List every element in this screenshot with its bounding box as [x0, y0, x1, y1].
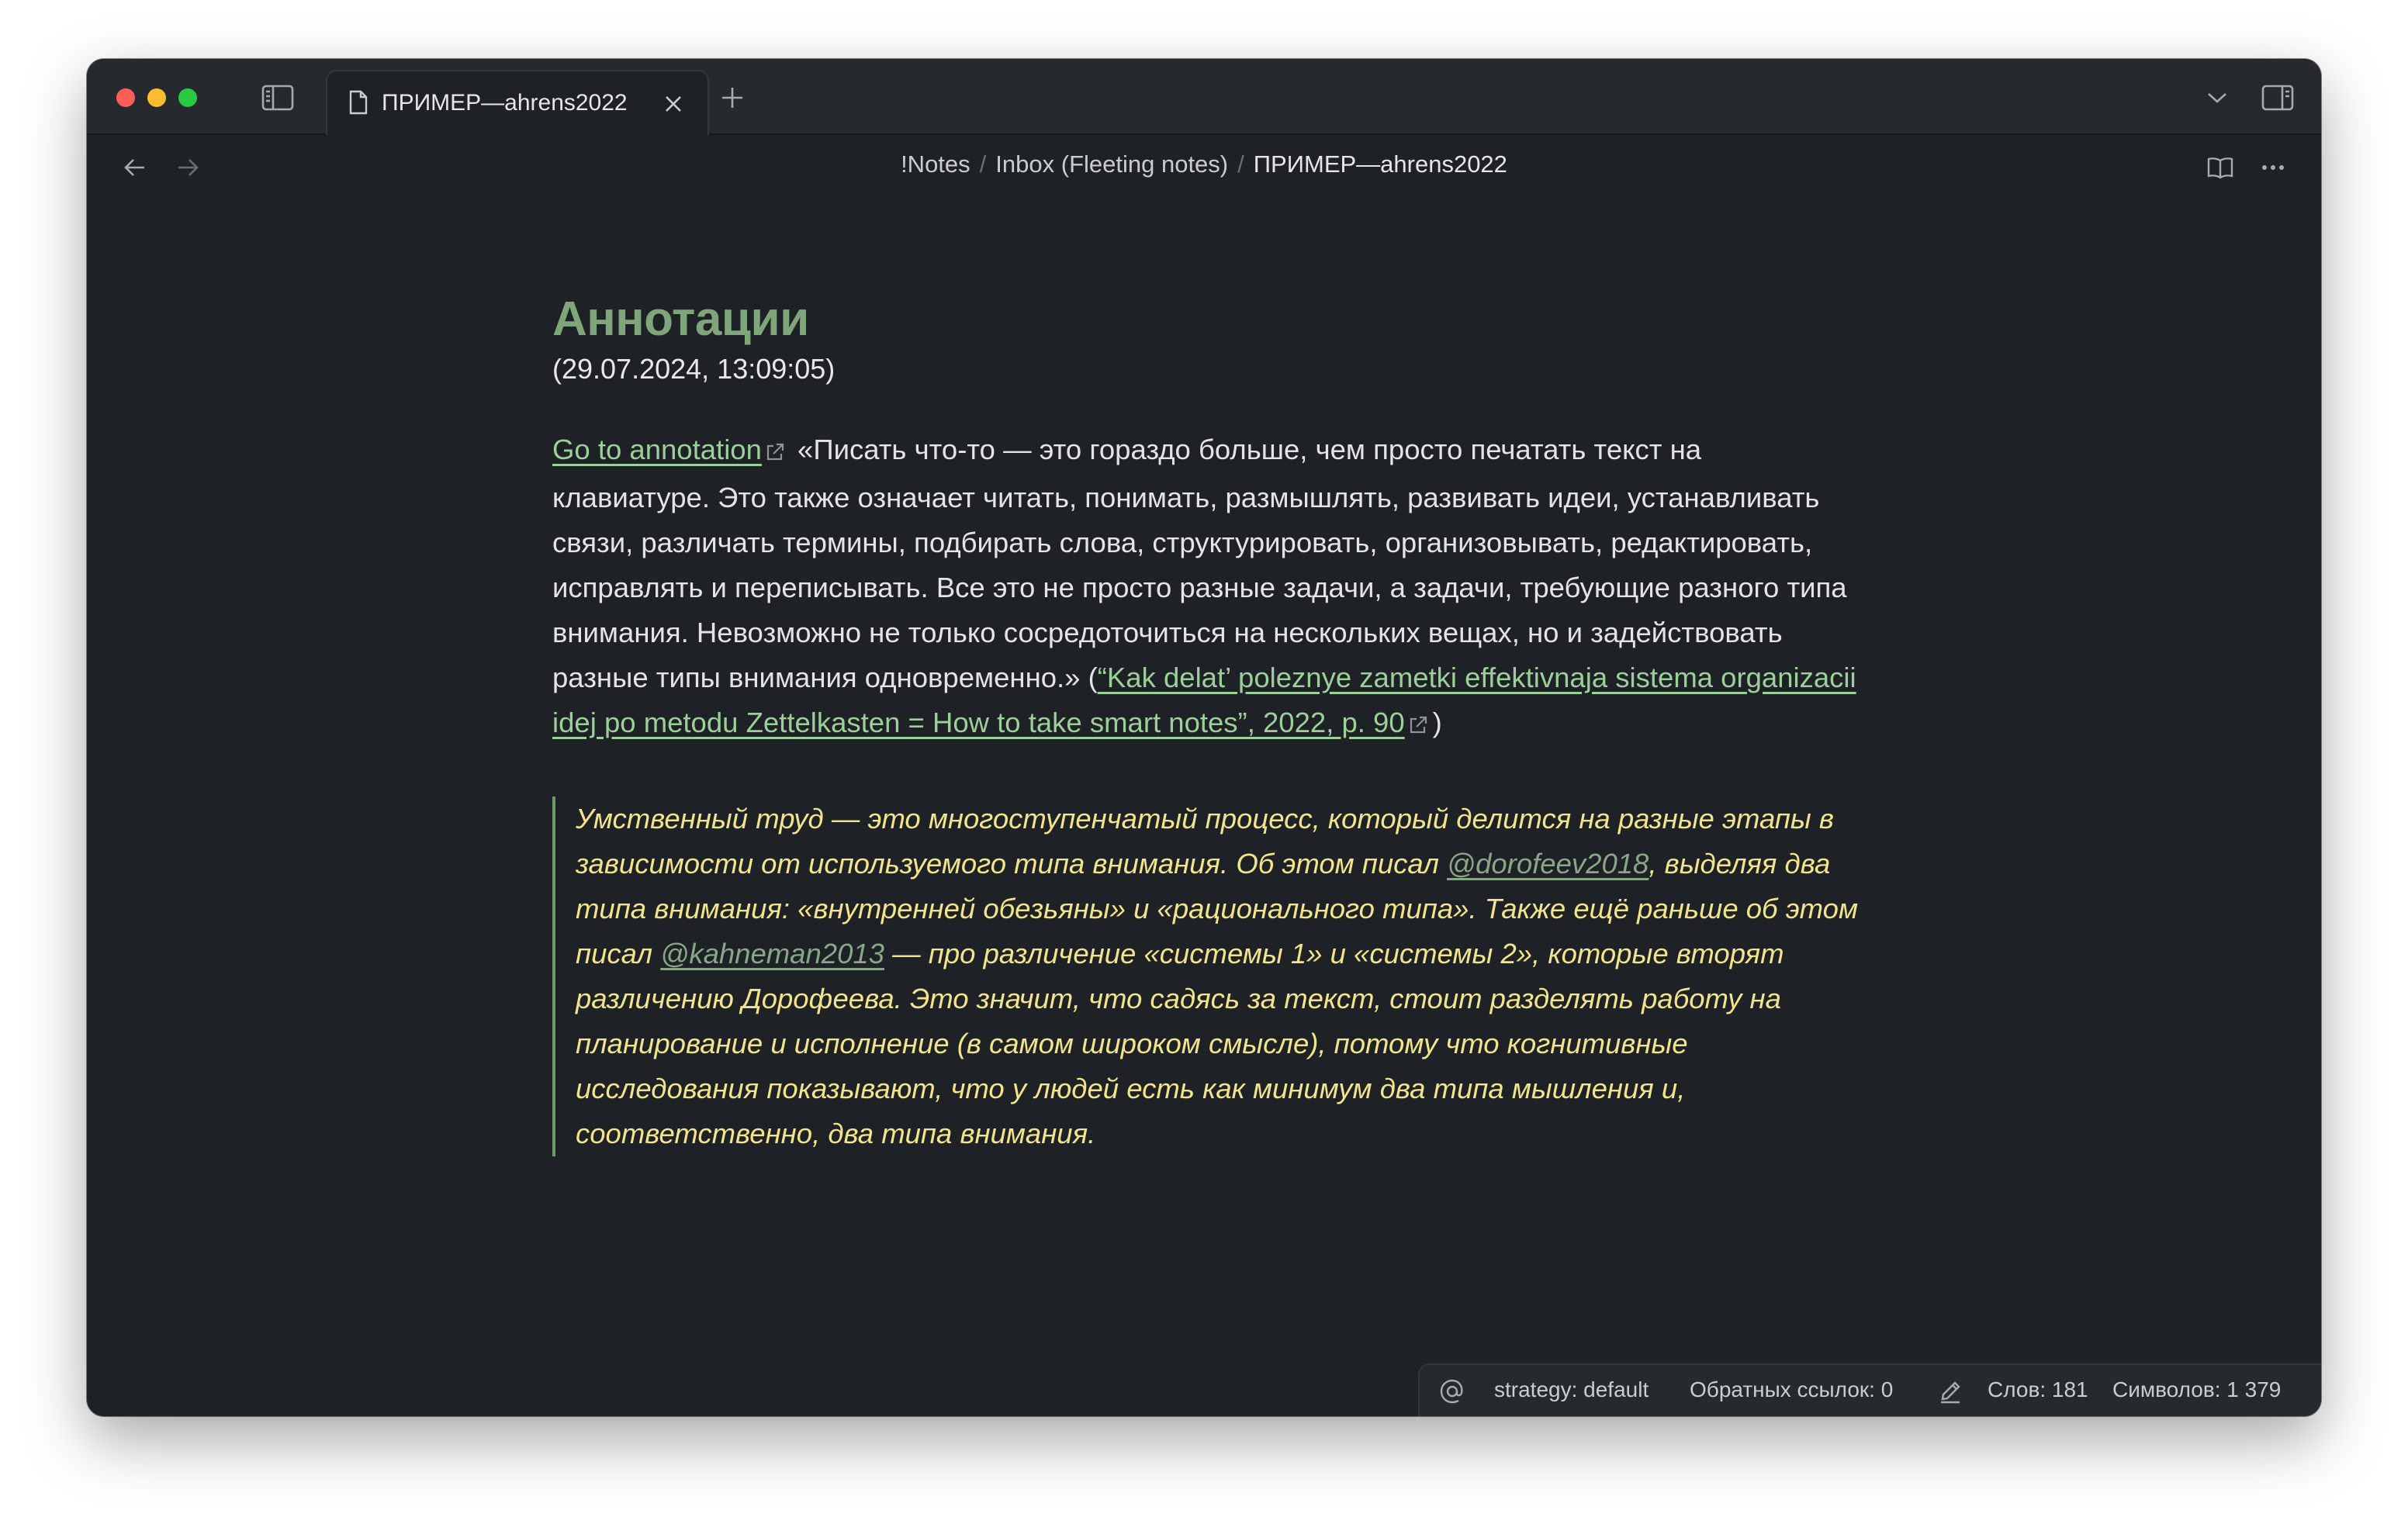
close-window-button[interactable] [116, 88, 135, 107]
minimize-window-button[interactable] [147, 88, 166, 107]
breadcrumb-item-notes[interactable]: !Notes [901, 150, 970, 178]
blockquote: Умственный труд — это многоступенчатый п… [552, 797, 1867, 1156]
zoom-window-button[interactable] [178, 88, 197, 107]
breadcrumb-separator: / [1237, 150, 1244, 178]
breadcrumb-item-current[interactable]: ПРИМЕР—ahrens2022 [1254, 150, 1507, 178]
pencil-icon[interactable] [1935, 1376, 1966, 1407]
breadcrumb-separator: / [979, 150, 987, 178]
file-icon [346, 88, 371, 116]
status-bar: strategy: default Обратных ссылок: 0 Сло… [1418, 1363, 2321, 1416]
word-count: Слов: 181 [1988, 1377, 2088, 1401]
book-icon[interactable] [2203, 150, 2237, 185]
right-sidebar-icon[interactable] [2259, 79, 2296, 116]
breadcrumb-item-inbox[interactable]: Inbox (Fleeting notes) [995, 150, 1228, 178]
mention-link-dorofeev[interactable]: @dorofeev2018 [1447, 848, 1649, 880]
annotation-paragraph: Go to annotation «Писать что-то — это го… [552, 427, 1863, 748]
chevron-down-icon[interactable] [2202, 82, 2233, 113]
char-count: Символов: 1 379 [2112, 1377, 2282, 1401]
mention-link-kahneman[interactable]: @kahneman2013 [660, 938, 884, 969]
go-to-annotation-link[interactable]: Go to annotation [552, 434, 762, 465]
close-icon[interactable] [659, 90, 687, 118]
more-icon[interactable] [2256, 150, 2290, 185]
strategy-status[interactable]: strategy: default [1494, 1377, 1649, 1402]
plus-icon[interactable] [715, 81, 749, 115]
title-bar: ПРИМЕР—ahrens2022 [87, 59, 2321, 137]
tab-title: ПРИМЕР—ahrens2022 [382, 90, 628, 116]
external-link-icon [1408, 703, 1428, 748]
nav-bar: !Notes / Inbox (Fleeting notes) / ПРИМЕР—ahr… [87, 135, 2321, 202]
citation-close: ) [1432, 707, 1442, 738]
backlinks-count[interactable]: Обратных ссылок: 0 [1690, 1377, 1893, 1402]
app-window: ПРИМЕР—ahrens2022 !Notes / Inbox (Fleeti… [87, 59, 2321, 1416]
note-date: (29.07.2024, 13:09:05) [552, 353, 836, 385]
note-heading: Аннотации [552, 292, 809, 346]
quote-text: «Писать что-то — это гораздо больше, чем… [552, 434, 1847, 693]
note-content: Аннотации (29.07.2024, 13:09:05) Go to a… [552, 292, 1871, 1156]
at-sign-icon[interactable] [1437, 1376, 1468, 1407]
breadcrumb: !Notes / Inbox (Fleeting notes) / ПРИМЕР—ahr… [87, 150, 2321, 178]
external-link-icon [765, 430, 785, 475]
sidebar-toggle-icon[interactable] [259, 79, 296, 116]
tab-active-note[interactable]: ПРИМЕР—ahrens2022 [326, 70, 709, 137]
